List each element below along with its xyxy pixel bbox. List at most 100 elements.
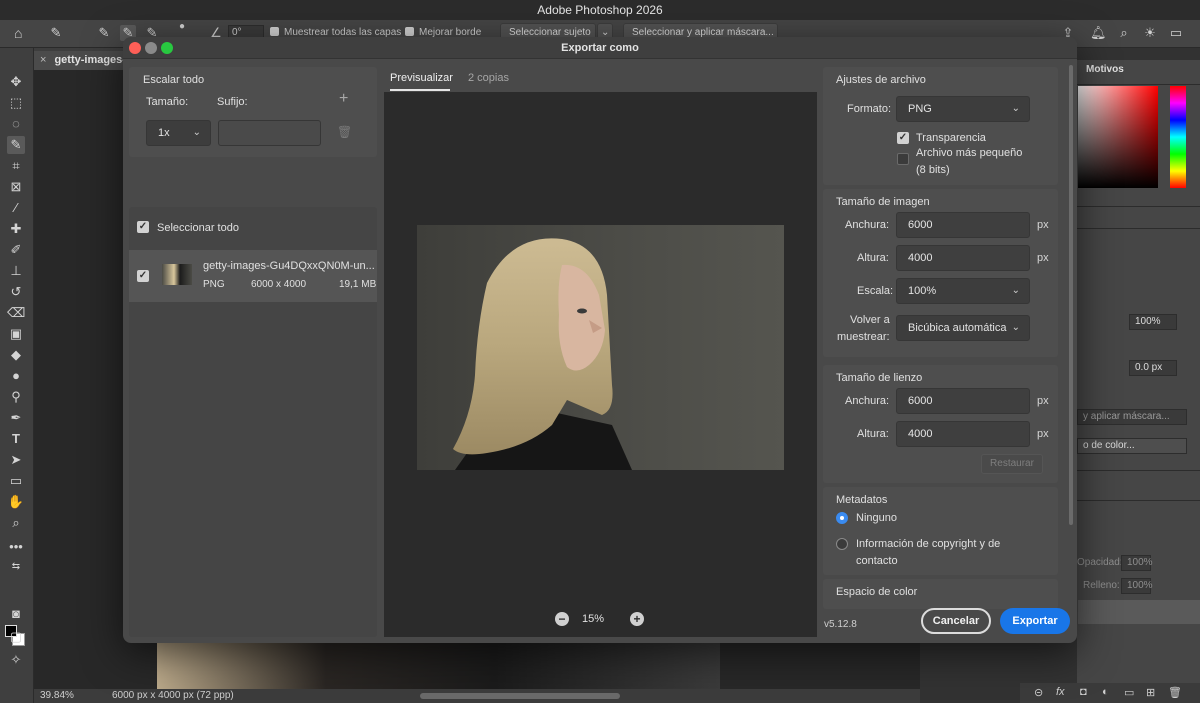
eyedropper-tool-icon[interactable]: ⁄ [7,199,25,217]
move-tool-icon[interactable]: ✥ [7,73,25,91]
metadata-copyright-radio[interactable] [836,538,848,550]
close-window-button[interactable] [129,42,141,54]
image-height-input[interactable]: 4000 [896,245,1030,271]
sample-all-layers-checkbox[interactable] [270,27,279,36]
healing-brush-tool-icon[interactable]: ✚ [7,220,25,238]
blur-tool-icon[interactable]: ◆ [7,346,25,364]
new-layer-icon[interactable]: ⊞ [1146,686,1155,699]
workspace-icon[interactable]: ▭ [1168,25,1184,41]
motivos-tab[interactable]: Motivos [1086,64,1124,75]
delete-layer-icon[interactable]: 🗑︎ [1168,686,1182,699]
tab-preview[interactable]: Previsualizar [390,72,453,84]
metadata-section: Metadatos Ninguno Información de copyrig… [823,487,1058,575]
new-selection-icon[interactable]: ✎ [96,25,112,41]
zoom-in-icon[interactable]: + [630,612,644,626]
pen-tool-icon[interactable]: ✒ [7,409,25,427]
brush-tool-icon[interactable]: ✐ [7,241,25,259]
quick-selection-tool-icon[interactable]: ✎ [7,136,25,154]
preview-area[interactable]: − 15% + [384,92,817,637]
zoom-tool-icon[interactable]: ⌕ [7,514,25,532]
metadata-copyright-label-line2[interactable]: contacto [856,555,898,567]
quick-selection-tool-icon[interactable]: ✎ [48,25,64,41]
canvas-width-unit: px [1037,395,1049,407]
suffix-input[interactable] [218,120,321,146]
select-and-mask-panel-button[interactable]: y aplicar máscara... [1077,409,1187,425]
opacity-value-field[interactable]: 100% [1129,314,1177,330]
canvas-width-input[interactable]: 6000 [896,388,1030,414]
file-list-item[interactable]: ✓ getty-images-Gu4DQxxQN0M-un... PNG 600… [129,250,377,302]
rectangle-tool-icon[interactable]: ▭ [7,472,25,490]
add-scale-icon[interactable]: + [339,90,348,108]
tab-copies[interactable]: 2 copias [468,72,509,84]
search-icon[interactable]: ⌕ [1116,25,1132,41]
export-button[interactable]: Exportar [1000,608,1070,634]
file-checkbox[interactable]: ✓ [137,270,149,282]
zoom-window-button[interactable] [161,42,173,54]
new-group-icon[interactable]: ▭ [1124,686,1134,699]
swap-colors-icon[interactable]: ⇆ [7,558,25,576]
trash-icon[interactable]: 🗑︎ [337,125,352,139]
path-selection-tool-icon[interactable]: ➤ [7,451,25,469]
cancel-button[interactable]: Cancelar [921,608,991,634]
color-space-heading: Espacio de color [836,586,918,598]
horizontal-scrollbar[interactable] [420,693,620,699]
enhance-edge-checkbox[interactable] [405,27,414,36]
zoom-level[interactable]: 39.84% [40,689,74,703]
adjustment-layer-icon[interactable]: ◐ [1102,686,1109,698]
resample-dropdown[interactable]: Bicúbica automática ⌄ [896,315,1030,341]
transparency-label[interactable]: Transparencia [916,132,986,144]
history-brush-tool-icon[interactable]: ↺ [7,283,25,301]
hue-slider[interactable] [1170,86,1186,188]
zoom-out-icon[interactable]: − [555,612,569,626]
notifications-icon[interactable]: 🔔︎ [1090,25,1107,41]
generative-fill-icon[interactable]: ✧ [7,651,25,669]
canvas-height-input[interactable]: 4000 [896,421,1030,447]
hand-tool-icon[interactable]: ✋ [7,493,25,511]
crop-tool-icon[interactable]: ⌗ [7,157,25,175]
smaller-file-checkbox[interactable] [897,153,909,165]
format-dropdown[interactable]: PNG ⌄ [896,96,1030,122]
frame-tool-icon[interactable]: ⊠ [7,178,25,196]
layer-row[interactable] [1078,600,1200,624]
image-height-unit: px [1037,252,1049,264]
feather-value-field[interactable]: 0.0 px [1129,360,1177,376]
color-range-button[interactable]: o de color... [1077,438,1187,454]
metadata-none-label[interactable]: Ninguno [856,512,897,524]
dodge-tool-icon[interactable]: ● [7,367,25,385]
metadata-copyright-label-line1[interactable]: Información de copyright y de [856,538,1000,550]
settings-scrollbar[interactable] [1069,65,1073,525]
color-space-section: Espacio de color [823,579,1058,609]
home-icon[interactable]: ⌂ [14,25,30,41]
marquee-tool-icon[interactable]: ⬚ [7,94,25,112]
link-layers-icon[interactable]: ⊝ [1034,686,1043,699]
minimize-window-button[interactable] [145,42,157,54]
lasso-tool-icon[interactable]: ◌ [7,115,25,133]
more-tools-icon[interactable]: ••• [7,538,25,556]
format-label: Formato: [847,103,892,115]
screen-mode-icon[interactable]: ▢ [7,628,25,646]
document-dimensions[interactable]: 6000 px x 4000 px (72 ppp) [112,689,234,703]
select-all-checkbox[interactable]: ✓ [137,221,149,233]
color-picker-field[interactable] [1078,86,1158,188]
scale-dropdown[interactable]: 100% ⌄ [896,278,1030,304]
transparency-checkbox[interactable]: ✓ [897,132,909,144]
smaller-file-label[interactable]: Archivo más pequeño [916,147,1022,159]
select-all-label[interactable]: Seleccionar todo [157,222,239,234]
image-width-input[interactable]: 6000 [896,212,1030,238]
quick-mask-icon[interactable]: ◙ [7,605,25,623]
sharpen-tool-icon[interactable]: ⚲ [7,388,25,406]
eraser-tool-icon[interactable]: ⌫ [7,304,25,322]
add-mask-icon[interactable]: ◘ [1080,686,1087,698]
fill-field[interactable]: 100% [1121,578,1153,594]
clone-stamp-tool-icon[interactable]: ⊥ [7,262,25,280]
opacity-field[interactable]: 100% [1121,555,1153,571]
type-tool-icon[interactable]: T [7,430,25,448]
layer-style-icon[interactable]: fx [1056,686,1065,698]
discover-icon[interactable]: ☀ [1142,25,1158,41]
size-dropdown[interactable]: 1x ⌄ [146,120,211,146]
gradient-tool-icon[interactable]: ▣ [7,325,25,343]
close-tab-icon[interactable]: × [40,54,46,66]
metadata-none-radio[interactable] [836,512,848,524]
brush-size-icon[interactable]: ● [174,21,190,37]
restore-button[interactable]: Restaurar [981,454,1043,474]
